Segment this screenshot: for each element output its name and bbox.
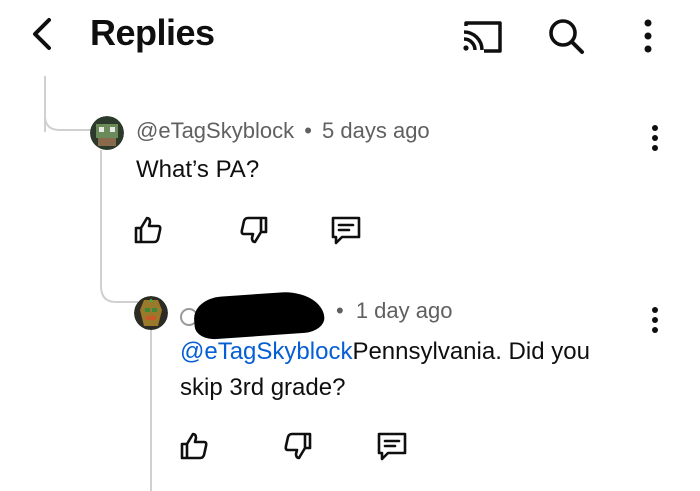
more-vert-icon[interactable] — [628, 14, 668, 58]
mention-link[interactable]: @eTagSkyblock — [180, 338, 352, 365]
comment-text: @eTagSkyblockPennsylvania. Did you skip … — [180, 334, 660, 406]
avatar[interactable] — [134, 296, 168, 330]
comment-time: 1 day ago — [355, 298, 453, 323]
comment-time: 5 days ago — [322, 118, 430, 143]
top-app-bar: Replies — [0, 0, 700, 72]
comment-author[interactable]: @eTagSkyblock — [136, 118, 294, 143]
avatar[interactable] — [90, 116, 124, 150]
thumbs-up-icon[interactable] — [128, 210, 168, 250]
reply-icon[interactable] — [372, 426, 412, 466]
thumbs-down-icon[interactable] — [234, 210, 274, 250]
comment-meta: • 1 day ago — [336, 298, 452, 324]
cast-icon[interactable] — [460, 14, 504, 58]
comment-text-line2: skip 3rd grade? — [180, 374, 346, 401]
comment-text-line1: Pennsylvania. Did you — [352, 338, 590, 365]
comment-author-redacted — [180, 289, 330, 341]
comment-more-icon[interactable] — [643, 118, 667, 158]
redaction-mark — [192, 289, 326, 341]
thumbs-up-icon[interactable] — [174, 426, 214, 466]
comment-item: • 1 day ago @eTagSkyblockPennsylvania. D… — [0, 286, 700, 491]
comment-text: What’s PA? — [136, 156, 260, 183]
search-icon[interactable] — [544, 14, 588, 58]
meta-separator: • — [336, 298, 344, 323]
thumbs-down-icon[interactable] — [278, 426, 318, 466]
comment-meta: @eTagSkyblock • 5 days ago — [136, 118, 430, 144]
reply-icon[interactable] — [326, 210, 366, 250]
page-title: Replies — [90, 12, 215, 53]
meta-separator: • — [304, 118, 312, 143]
back-arrow-icon[interactable] — [22, 14, 62, 54]
comment-item: @eTagSkyblock • 5 days ago What’s PA? — [0, 108, 700, 258]
